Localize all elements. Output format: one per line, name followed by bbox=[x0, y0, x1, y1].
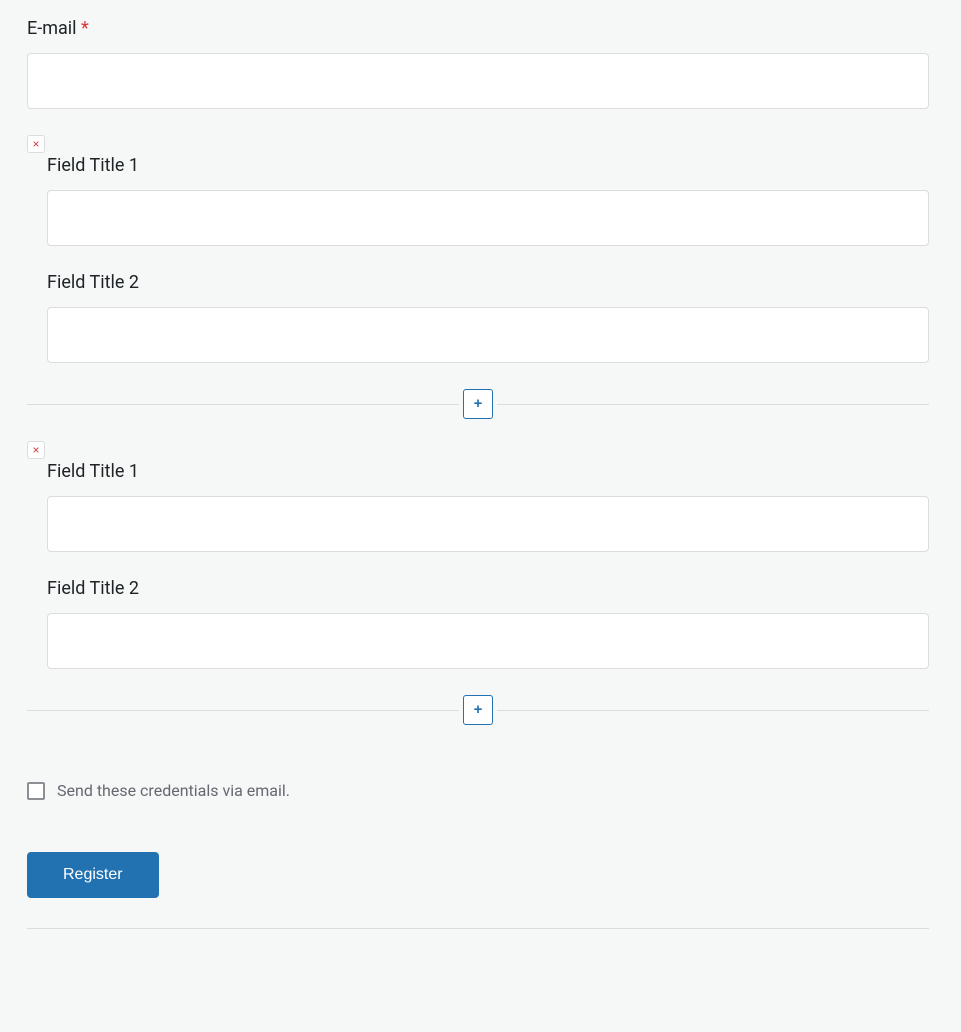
repeater-group: × Field Title 1 Field Title 2 bbox=[27, 445, 929, 669]
divider-line bbox=[27, 404, 459, 405]
field-label: Field Title 2 bbox=[47, 272, 929, 293]
required-mark: * bbox=[81, 18, 89, 39]
field-group: Field Title 2 bbox=[47, 272, 929, 363]
send-credentials-checkbox[interactable] bbox=[27, 782, 45, 800]
email-field-group: E-mail * bbox=[27, 18, 929, 109]
plus-icon: + bbox=[474, 701, 483, 718]
add-row-divider: + bbox=[27, 389, 929, 419]
field-group: Field Title 1 bbox=[47, 155, 929, 246]
plus-icon: + bbox=[474, 395, 483, 412]
close-icon: × bbox=[32, 137, 39, 151]
email-label-text: E-mail bbox=[27, 18, 77, 39]
field-label: Field Title 2 bbox=[47, 578, 929, 599]
divider-line bbox=[497, 710, 929, 711]
close-icon: × bbox=[32, 443, 39, 457]
add-row-divider: + bbox=[27, 695, 929, 725]
repeater-inner: Field Title 1 Field Title 2 bbox=[27, 445, 929, 669]
field-label: Field Title 1 bbox=[47, 155, 929, 176]
bottom-divider bbox=[27, 928, 929, 929]
field-input[interactable] bbox=[47, 307, 929, 363]
send-credentials-row: Send these credentials via email. bbox=[27, 781, 929, 800]
field-group: Field Title 2 bbox=[47, 578, 929, 669]
add-group-button[interactable]: + bbox=[463, 695, 493, 725]
field-group: Field Title 1 bbox=[47, 461, 929, 552]
email-label: E-mail * bbox=[27, 18, 929, 39]
add-group-button[interactable]: + bbox=[463, 389, 493, 419]
field-input[interactable] bbox=[47, 496, 929, 552]
remove-group-button[interactable]: × bbox=[27, 441, 45, 459]
remove-group-button[interactable]: × bbox=[27, 135, 45, 153]
send-credentials-label[interactable]: Send these credentials via email. bbox=[57, 781, 290, 800]
repeater-inner: Field Title 1 Field Title 2 bbox=[27, 139, 929, 363]
register-button[interactable]: Register bbox=[27, 852, 159, 898]
field-input[interactable] bbox=[47, 613, 929, 669]
field-label: Field Title 1 bbox=[47, 461, 929, 482]
email-input[interactable] bbox=[27, 53, 929, 109]
repeater-group: × Field Title 1 Field Title 2 bbox=[27, 139, 929, 363]
field-input[interactable] bbox=[47, 190, 929, 246]
divider-line bbox=[27, 710, 459, 711]
divider-line bbox=[497, 404, 929, 405]
